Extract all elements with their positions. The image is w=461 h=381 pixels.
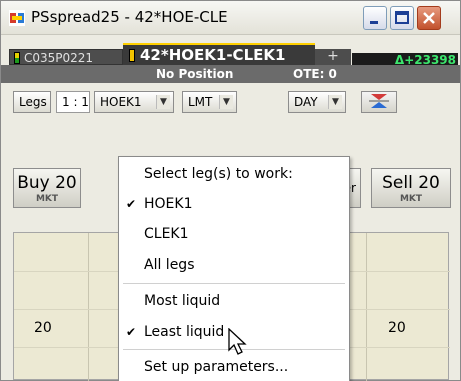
minimize-button[interactable] [363, 6, 387, 30]
tab-label: C035P0221 [24, 51, 94, 65]
maximize-icon [395, 11, 409, 24]
check-icon: ✔ [126, 325, 137, 339]
menu-item-hoek1[interactable]: ✔ HOEK1 [119, 190, 349, 218]
chevron-down-icon: ▼ [219, 95, 233, 109]
buy-order-type: MKT [35, 194, 59, 204]
bid-quantity: 20 [34, 320, 52, 336]
order-toolbar: Legs 1 : 1 HOEK1 ▼ LMT ▼ DAY ▼ [1, 83, 460, 113]
sell-order-type: MKT [399, 194, 423, 204]
menu-item-all-legs[interactable]: All legs [119, 251, 349, 279]
check-icon: ✔ [126, 197, 137, 211]
grid-divider [366, 233, 367, 381]
menu-item-label: Set up parameters... [144, 359, 289, 375]
mouse-cursor-icon [228, 328, 247, 355]
spread-app-icon [9, 10, 25, 26]
tab-c035p0221[interactable]: C035P0221 [9, 49, 123, 65]
ratio-field[interactable]: 1 : 1 [56, 91, 90, 113]
minimize-icon [370, 21, 378, 24]
add-tab-button[interactable]: + [315, 49, 351, 65]
menu-header-select-legs: Select leg(s) to work: [119, 160, 349, 188]
status-indicator-icon [14, 52, 20, 64]
position-bar: No Position OTE: 0 [1, 65, 460, 83]
menu-item-label: Least liquid [144, 324, 225, 340]
menu-item-most-liquid[interactable]: Most liquid [119, 287, 349, 315]
menu-item-label: Select leg(s) to work: [144, 166, 293, 182]
menu-item-label: Most liquid [144, 293, 221, 309]
legs-button[interactable]: Legs [13, 91, 51, 113]
window-title: PSspread25 - 42*HOE-CLE [31, 8, 228, 26]
position-status: No Position [156, 67, 234, 81]
duration-value: DAY [294, 95, 318, 109]
app-window: PSspread25 - 42*HOE-CLE C035P0221 42*HOE… [0, 0, 461, 381]
tab-label: 42*HOEK1-CLEK1 [140, 46, 286, 64]
menu-item-label: HOEK1 [144, 196, 193, 212]
leg-select-value: HOEK1 [100, 95, 142, 109]
close-button[interactable] [417, 6, 441, 30]
menu-separator [123, 283, 345, 284]
buy-button[interactable]: Buy 20 MKT [13, 168, 81, 208]
tab-42hoek1-clek1[interactable]: 42*HOEK1-CLEK1 [123, 43, 315, 65]
order-type-dropdown[interactable]: LMT ▼ [182, 91, 237, 113]
menu-item-set-up-parameters[interactable]: Set up parameters... [119, 353, 349, 381]
chevron-down-icon: ▼ [328, 95, 342, 109]
close-icon [423, 12, 435, 24]
title-bar[interactable]: PSspread25 - 42*HOE-CLE [1, 1, 460, 35]
menu-item-label: CLEK1 [144, 226, 189, 242]
tab-bar: C035P0221 42*HOEK1-CLEK1 + Δ+23398 [1, 35, 460, 67]
status-indicator-icon [129, 49, 135, 62]
swap-arrows-icon [369, 94, 389, 108]
leg-select-dropdown[interactable]: HOEK1 ▼ [94, 91, 174, 113]
menu-item-label: All legs [144, 257, 195, 273]
sell-label: Sell 20 [382, 173, 440, 193]
duration-dropdown[interactable]: DAY ▼ [288, 91, 346, 113]
ask-quantity: 20 [388, 320, 406, 336]
menu-item-clek1[interactable]: CLEK1 [119, 220, 349, 248]
grid-divider [88, 233, 89, 381]
swap-button[interactable] [361, 91, 397, 113]
chevron-down-icon: ▼ [156, 95, 170, 109]
order-type-value: LMT [188, 95, 213, 109]
ote-value: OTE: 0 [293, 67, 337, 81]
maximize-button[interactable] [390, 6, 414, 30]
sell-button[interactable]: Sell 20 MKT [371, 168, 451, 208]
buy-label: Buy 20 [17, 173, 77, 193]
